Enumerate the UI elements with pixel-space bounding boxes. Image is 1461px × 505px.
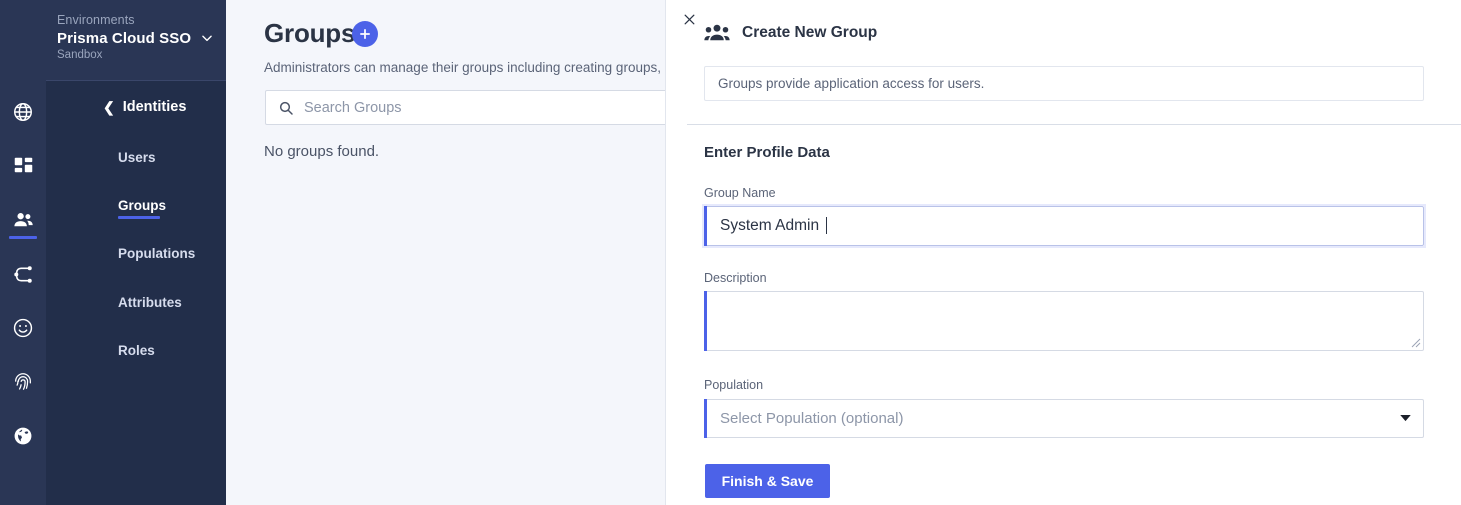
population-field-wrap: Select Population (optional) bbox=[704, 399, 1424, 438]
environment-label: Environments bbox=[57, 13, 135, 27]
sidebar-item-users[interactable]: Users bbox=[118, 150, 156, 165]
section-title: Enter Profile Data bbox=[704, 144, 830, 161]
sidebar-item-roles[interactable]: Roles bbox=[118, 343, 155, 358]
description-textarea[interactable] bbox=[704, 291, 1424, 351]
info-box: Groups provide application access for us… bbox=[704, 66, 1424, 101]
dashboard-icon[interactable] bbox=[0, 144, 46, 188]
empty-state-message: No groups found. bbox=[264, 143, 379, 160]
page-description: Administrators can manage their groups i… bbox=[264, 60, 672, 75]
panel-title: Create New Group bbox=[742, 24, 877, 42]
population-label: Population bbox=[704, 378, 763, 392]
smiley-face-icon[interactable] bbox=[0, 306, 46, 350]
back-label: Identities bbox=[123, 99, 187, 115]
globe-world-icon[interactable] bbox=[0, 414, 46, 458]
group-name-input[interactable] bbox=[704, 206, 1424, 246]
focus-accent-bar bbox=[704, 206, 707, 246]
sidebar-active-underline bbox=[118, 216, 160, 219]
fingerprint-icon[interactable] bbox=[0, 360, 46, 404]
search-icon bbox=[278, 100, 294, 116]
close-icon[interactable] bbox=[679, 9, 699, 29]
create-group-panel: Create New Group Groups provide applicat… bbox=[665, 0, 1461, 505]
chevron-down-icon[interactable] bbox=[198, 29, 216, 47]
back-to-identities[interactable]: ❮ Identities bbox=[103, 99, 186, 115]
focus-accent-bar bbox=[704, 399, 707, 438]
panel-header: Create New Group bbox=[704, 23, 877, 42]
globe-grid-icon[interactable] bbox=[0, 90, 46, 134]
page-title: Groups bbox=[264, 18, 355, 49]
flow-connections-icon[interactable] bbox=[0, 252, 46, 296]
group-name-label: Group Name bbox=[704, 186, 776, 200]
group-name-field-wrap bbox=[704, 206, 1424, 246]
chevron-left-icon: ❮ bbox=[103, 100, 115, 114]
app-screen: Environments Prisma Cloud SSO Sandbox ❮ … bbox=[0, 0, 1461, 505]
search-placeholder: Search Groups bbox=[304, 100, 402, 116]
environment-name: Prisma Cloud SSO bbox=[57, 30, 191, 47]
description-field-wrap bbox=[704, 291, 1424, 351]
sidebar-item-populations[interactable]: Populations bbox=[118, 246, 195, 261]
finish-and-save-button[interactable]: Finish & Save bbox=[705, 464, 830, 498]
group-people-icon bbox=[704, 23, 730, 42]
caret-down-icon bbox=[1400, 415, 1411, 422]
rail-active-indicator bbox=[9, 236, 37, 239]
description-label: Description bbox=[704, 271, 767, 285]
focus-accent-bar bbox=[704, 291, 707, 351]
info-text: Groups provide application access for us… bbox=[718, 76, 984, 91]
panel-divider bbox=[687, 124, 1461, 125]
sidebar-divider bbox=[46, 80, 226, 81]
sub-navigation: Environments Prisma Cloud SSO Sandbox ❮ … bbox=[46, 0, 226, 505]
icon-rail bbox=[0, 0, 46, 505]
add-group-button[interactable] bbox=[352, 21, 378, 47]
sidebar-item-attributes[interactable]: Attributes bbox=[118, 295, 182, 310]
sidebar-item-groups[interactable]: Groups bbox=[118, 198, 166, 213]
population-placeholder: Select Population (optional) bbox=[720, 410, 1400, 427]
environment-sub: Sandbox bbox=[57, 49, 102, 61]
text-caret bbox=[826, 217, 827, 234]
population-select[interactable]: Select Population (optional) bbox=[704, 399, 1424, 438]
